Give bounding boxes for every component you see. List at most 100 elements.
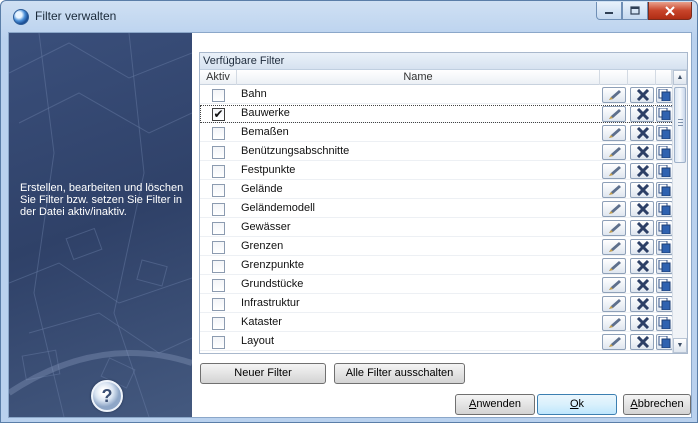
copy-filter-button[interactable] [656,201,673,217]
edit-filter-button[interactable] [602,277,626,293]
filter-list: Bahn ✔ Bauwerke Bemaßen Benützungsabschnitte… [200,86,673,353]
filter-name: Layout [241,335,275,347]
delete-filter-button[interactable] [630,201,654,217]
scroll-up-button[interactable]: ▲ [673,70,687,85]
cancel-button[interactable]: Abbrechen [623,394,691,415]
grip-icon [678,119,683,126]
copy-filter-button[interactable] [656,277,673,293]
help-button[interactable]: ? [91,380,123,412]
edit-filter-button[interactable] [602,239,626,255]
filter-row[interactable]: Layout [200,333,673,351]
globe-icon [13,9,29,25]
filter-name: Grenzpunkte [241,259,304,271]
edit-filter-button[interactable] [602,315,626,331]
delete-filter-button[interactable] [630,239,654,255]
filter-row[interactable]: Benützungsabschnitte [200,143,673,161]
edit-filter-button[interactable] [602,125,626,141]
delete-filter-button[interactable] [630,296,654,312]
column-header-aktiv[interactable]: Aktiv [200,70,237,85]
filter-row[interactable]: Gelände [200,181,673,199]
delete-filter-button[interactable] [630,334,654,350]
vertical-scrollbar[interactable]: ▲ ▼ [672,70,687,353]
delete-filter-button[interactable] [630,220,654,236]
copy-filter-button[interactable] [656,163,673,179]
edit-filter-button[interactable] [602,144,626,160]
delete-filter-button[interactable] [630,125,654,141]
filter-row[interactable]: Gewässer [200,219,673,237]
close-icon [665,5,675,16]
minimize-icon [605,11,613,14]
edit-filter-button[interactable] [602,163,626,179]
filter-row[interactable]: Bemaßen [200,124,673,142]
title-bar[interactable]: Filter verwalten [1,1,697,32]
minimize-button[interactable] [596,2,622,20]
copy-filter-button[interactable] [656,239,673,255]
filter-name: Gewässer [241,221,291,233]
copy-filter-button[interactable] [656,182,673,198]
column-header: Aktiv Name [200,70,687,85]
edit-filter-button[interactable] [602,106,626,122]
delete-filter-button[interactable] [630,106,654,122]
active-checkbox[interactable] [212,165,225,178]
copy-filter-button[interactable] [656,125,673,141]
dialog-client-area: Erstellen, bearbeiten und löschen Sie Fi… [8,32,692,418]
ok-button[interactable]: Ok [537,394,617,415]
help-icon: ? [101,385,113,406]
left-panel-description: Erstellen, bearbeiten und löschen Sie Fi… [20,182,184,218]
copy-filter-button[interactable] [656,334,673,350]
edit-filter-button[interactable] [602,201,626,217]
scroll-down-button[interactable]: ▼ [673,338,687,353]
close-button[interactable] [648,2,692,20]
delete-filter-button[interactable] [630,315,654,331]
delete-filter-button[interactable] [630,182,654,198]
edit-filter-button[interactable] [602,334,626,350]
active-checkbox[interactable] [212,184,225,197]
delete-filter-button[interactable] [630,277,654,293]
filter-row[interactable]: Grenzpunkte [200,257,673,275]
copy-filter-button[interactable] [656,87,673,103]
disable-all-filters-button[interactable]: Alle Filter ausschalten [334,363,465,384]
filter-row[interactable]: Infrastruktur [200,295,673,313]
filter-row[interactable]: Geländemodell [200,200,673,218]
copy-filter-button[interactable] [656,296,673,312]
active-checkbox[interactable] [212,127,225,140]
copy-filter-button[interactable] [656,220,673,236]
copy-filter-button[interactable] [656,315,673,331]
filter-row[interactable]: ✔ Bauwerke [200,105,673,123]
active-checkbox[interactable]: ✔ [212,108,225,121]
active-checkbox[interactable] [212,298,225,311]
apply-button[interactable]: Anwenden [455,394,535,415]
delete-filter-button[interactable] [630,87,654,103]
copy-filter-button[interactable] [656,144,673,160]
maximize-button[interactable] [622,2,648,20]
filter-row[interactable]: Kataster [200,314,673,332]
active-checkbox[interactable] [212,203,225,216]
column-header-name[interactable]: Name [237,70,600,85]
edit-filter-button[interactable] [602,220,626,236]
filter-row[interactable]: Grundstücke [200,276,673,294]
delete-filter-button[interactable] [630,163,654,179]
copy-filter-button[interactable] [656,258,673,274]
edit-filter-button[interactable] [602,258,626,274]
active-checkbox[interactable] [212,279,225,292]
new-filter-button[interactable]: Neuer Filter [200,363,326,384]
delete-filter-button[interactable] [630,144,654,160]
scroll-thumb[interactable] [674,87,686,163]
edit-filter-button[interactable] [602,87,626,103]
active-checkbox[interactable] [212,146,225,159]
copy-filter-button[interactable] [656,106,673,122]
filter-row[interactable]: Bahn [200,86,673,104]
apply-label-post: nwenden [476,398,521,410]
edit-filter-button[interactable] [602,296,626,312]
edit-filter-button[interactable] [602,182,626,198]
active-checkbox[interactable] [212,317,225,330]
active-checkbox[interactable] [212,336,225,349]
active-checkbox[interactable] [212,222,225,235]
ok-accelerator: O [569,398,579,410]
filter-row[interactable]: Grenzen [200,238,673,256]
active-checkbox[interactable] [212,89,225,102]
active-checkbox[interactable] [212,241,225,254]
active-checkbox[interactable] [212,260,225,273]
delete-filter-button[interactable] [630,258,654,274]
filter-row[interactable]: Festpunkte [200,162,673,180]
